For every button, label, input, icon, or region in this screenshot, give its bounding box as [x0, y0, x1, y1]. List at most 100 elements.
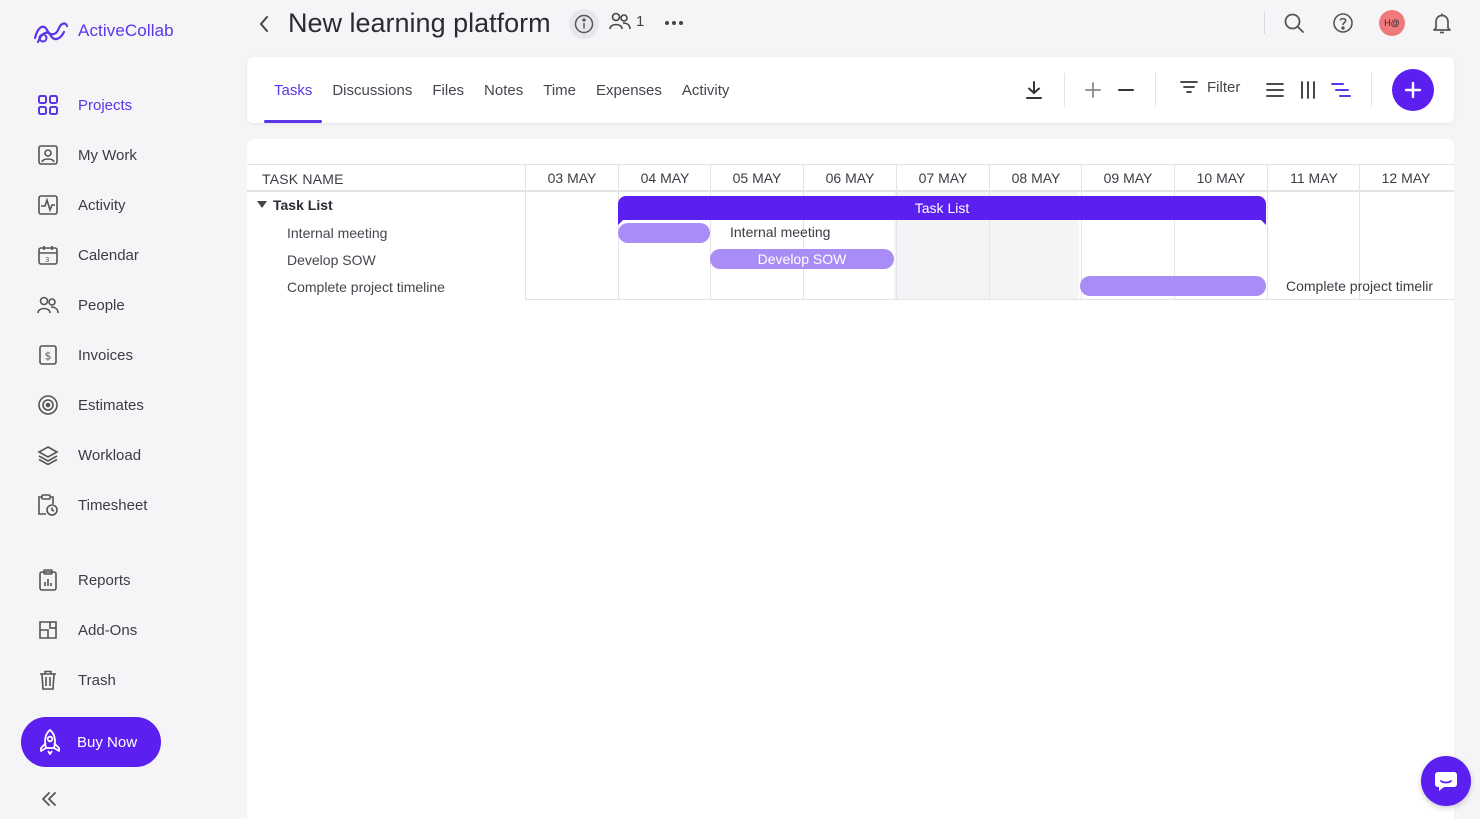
day-column-header: 07 MAY	[896, 165, 989, 191]
sidebar-item-projects[interactable]: Projects	[36, 90, 132, 120]
members-count: 1	[636, 12, 645, 30]
filter-button[interactable]: Filter	[1179, 78, 1240, 96]
grid-line	[525, 192, 526, 300]
plus-icon	[1404, 81, 1422, 99]
report-icon	[36, 568, 60, 592]
sidebar-item-timesheet[interactable]: Timesheet	[36, 490, 147, 520]
list-view-icon[interactable]	[1263, 78, 1287, 102]
filter-label: Filter	[1207, 78, 1241, 96]
chat-bubble-icon	[1435, 772, 1457, 791]
gantt-task-bar[interactable]	[618, 223, 710, 243]
day-column-header: 04 MAY	[618, 165, 711, 191]
gantt-group-bar[interactable]: Task List	[618, 196, 1266, 225]
toolbar-divider	[1155, 73, 1156, 107]
project-toolbar: Tasks Discussions Files Notes Time Expen…	[247, 57, 1454, 123]
target-icon	[36, 393, 60, 417]
gantt-header: TASK NAME 03 MAY 04 MAY 05 MAY 06 MAY 07 MAY…	[247, 164, 1454, 192]
user-card-icon	[36, 143, 60, 167]
tab-notes[interactable]: Notes	[474, 57, 533, 123]
sidebar: ActiveCollab Projects My Work Activity 3…	[0, 0, 230, 819]
zoom-in-icon[interactable]	[1081, 78, 1105, 102]
tab-discussions[interactable]: Discussions	[322, 57, 422, 123]
sidebar-item-label: Workload	[78, 446, 142, 464]
download-icon[interactable]	[1022, 78, 1046, 102]
task-row[interactable]: Complete project timeline	[287, 279, 445, 295]
sidebar-item-invoices[interactable]: $ Invoices	[36, 340, 133, 370]
sidebar-item-activity[interactable]: Activity	[36, 190, 126, 220]
trash-icon	[36, 668, 60, 692]
toolbar-divider	[1371, 73, 1372, 107]
caret-down-icon	[257, 201, 267, 208]
sidebar-item-label: Invoices	[78, 346, 134, 364]
tab-tasks[interactable]: Tasks	[264, 57, 323, 123]
search-icon[interactable]	[1283, 12, 1305, 34]
project-members[interactable]: 1	[608, 10, 644, 32]
sidebar-item-add-ons[interactable]: Add-Ons	[36, 615, 137, 645]
activecollab-logo-icon	[33, 22, 69, 44]
day-column-header: 03 MAY	[525, 165, 618, 191]
tab-files[interactable]: Files	[422, 57, 474, 123]
chat-button[interactable]	[1421, 756, 1471, 806]
task-list-group-row[interactable]: Task List	[257, 197, 333, 213]
sidebar-item-calendar[interactable]: 3 Calendar	[36, 240, 139, 270]
sidebar-item-estimates[interactable]: Estimates	[36, 390, 144, 420]
sidebar-item-people[interactable]: People	[36, 290, 125, 320]
add-button[interactable]	[1392, 69, 1434, 111]
task-row[interactable]: Develop SOW	[287, 252, 376, 268]
logo[interactable]: ActiveCollab	[32, 16, 174, 46]
svg-text:$: $	[45, 350, 52, 363]
sidebar-item-my-work[interactable]: My Work	[36, 140, 137, 170]
collapse-sidebar-icon[interactable]	[38, 788, 60, 810]
zoom-out-icon[interactable]	[1114, 78, 1138, 102]
task-row[interactable]: Internal meeting	[287, 225, 387, 241]
sidebar-item-label: People	[78, 296, 125, 314]
timeline-view-icon[interactable]	[1329, 78, 1353, 102]
filter-icon	[1180, 81, 1198, 93]
page-title: New learning platform	[288, 8, 551, 38]
toolbar-divider	[1064, 73, 1065, 107]
bell-icon[interactable]	[1430, 11, 1454, 35]
sidebar-item-workload[interactable]: Workload	[36, 440, 141, 470]
sidebar-item-label: My Work	[78, 146, 137, 164]
day-column-header: 08 MAY	[989, 165, 1082, 191]
sidebar-item-reports[interactable]: Reports	[36, 565, 131, 595]
sidebar-item-label: Estimates	[78, 396, 144, 414]
info-icon[interactable]	[569, 9, 599, 39]
task-name-column-header: TASK NAME	[262, 171, 344, 187]
day-column-header: 09 MAY	[1081, 165, 1174, 191]
svg-text:3: 3	[45, 256, 49, 264]
avatar[interactable]: H@	[1379, 10, 1405, 36]
day-column-header: 10 MAY	[1174, 165, 1267, 191]
back-icon[interactable]	[255, 12, 273, 36]
sidebar-item-label: Timesheet	[78, 496, 148, 514]
group-name: Task List	[273, 197, 333, 213]
dollar-doc-icon: $	[36, 343, 60, 367]
clipboard-clock-icon	[36, 493, 60, 517]
grid-line	[1267, 192, 1268, 300]
sidebar-item-trash[interactable]: Trash	[36, 665, 116, 695]
day-column-header: 11 MAY	[1267, 165, 1360, 191]
gantt-task-bar[interactable]	[1080, 276, 1266, 296]
grid-icon	[36, 93, 60, 117]
tab-time[interactable]: Time	[533, 57, 586, 123]
calendar-icon: 3	[36, 243, 60, 267]
buy-now-button[interactable]: Buy Now	[21, 717, 161, 767]
sidebar-item-label: Projects	[78, 96, 133, 114]
buy-now-label: Buy Now	[77, 733, 138, 751]
grid-line	[525, 299, 1454, 300]
people-icon	[609, 12, 631, 30]
gantt-task-bar[interactable]: Develop SOW	[710, 249, 894, 269]
more-options-icon[interactable]	[663, 12, 685, 34]
day-column-header: 05 MAY	[710, 165, 803, 191]
tab-activity[interactable]: Activity	[672, 57, 740, 123]
sidebar-item-label: Trash	[78, 671, 116, 689]
sidebar-item-label: Reports	[78, 571, 131, 589]
help-icon[interactable]	[1332, 12, 1354, 34]
gantt-task-label: Complete project timelir	[1286, 278, 1434, 294]
gantt-chart: TASK NAME 03 MAY 04 MAY 05 MAY 06 MAY 07 MAY…	[247, 139, 1454, 819]
tab-expenses[interactable]: Expenses	[586, 57, 672, 123]
column-view-icon[interactable]	[1296, 78, 1320, 102]
sidebar-item-label: Add-Ons	[78, 621, 138, 639]
layers-icon	[36, 443, 60, 467]
page-header: New learning platform 1 H@	[247, 0, 1480, 50]
